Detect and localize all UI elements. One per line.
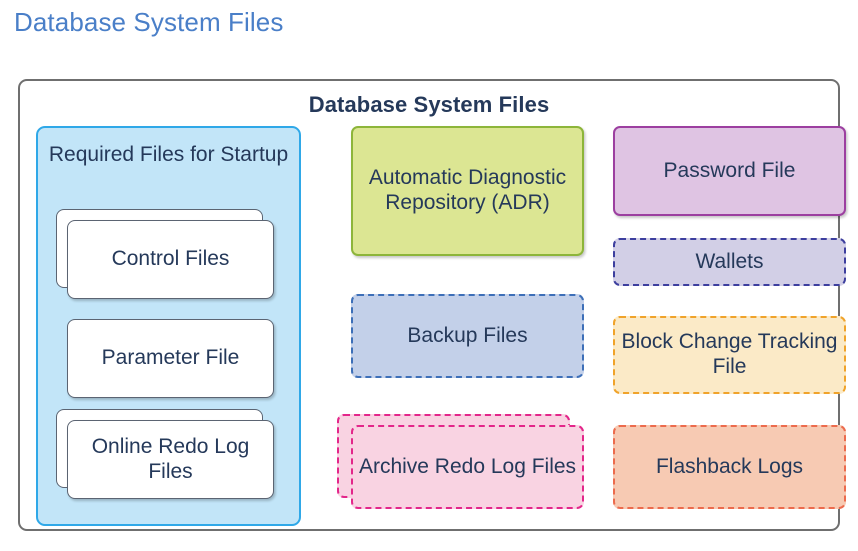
node-flashback-logs[interactable]: Flashback Logs (613, 425, 846, 509)
node-block-change-tracking-file[interactable]: Block Change Tracking File (613, 316, 846, 394)
node-online-redo-log-files[interactable]: Online Redo Log Files (67, 420, 274, 499)
diagram-title: Database System Files (308, 92, 550, 117)
group-required-files-for-startup-label: Required Files for Startup (48, 143, 289, 166)
page-title: Database System Files (14, 7, 284, 37)
group-required-files-for-startup: Required Files for Startup Control Files… (36, 126, 301, 526)
node-automatic-diagnostic-repository[interactable]: Automatic Diagnostic Repository (ADR) (351, 126, 584, 256)
node-password-file[interactable]: Password File (613, 126, 846, 216)
node-parameter-file[interactable]: Parameter File (67, 319, 274, 398)
diagram-container: Database System Files Required Files for… (18, 79, 846, 531)
node-wallets[interactable]: Wallets (613, 238, 846, 286)
node-backup-files[interactable]: Backup Files (351, 294, 584, 378)
node-archive-redo-log-files[interactable]: Archive Redo Log Files (351, 425, 584, 509)
node-control-files[interactable]: Control Files (67, 220, 274, 299)
